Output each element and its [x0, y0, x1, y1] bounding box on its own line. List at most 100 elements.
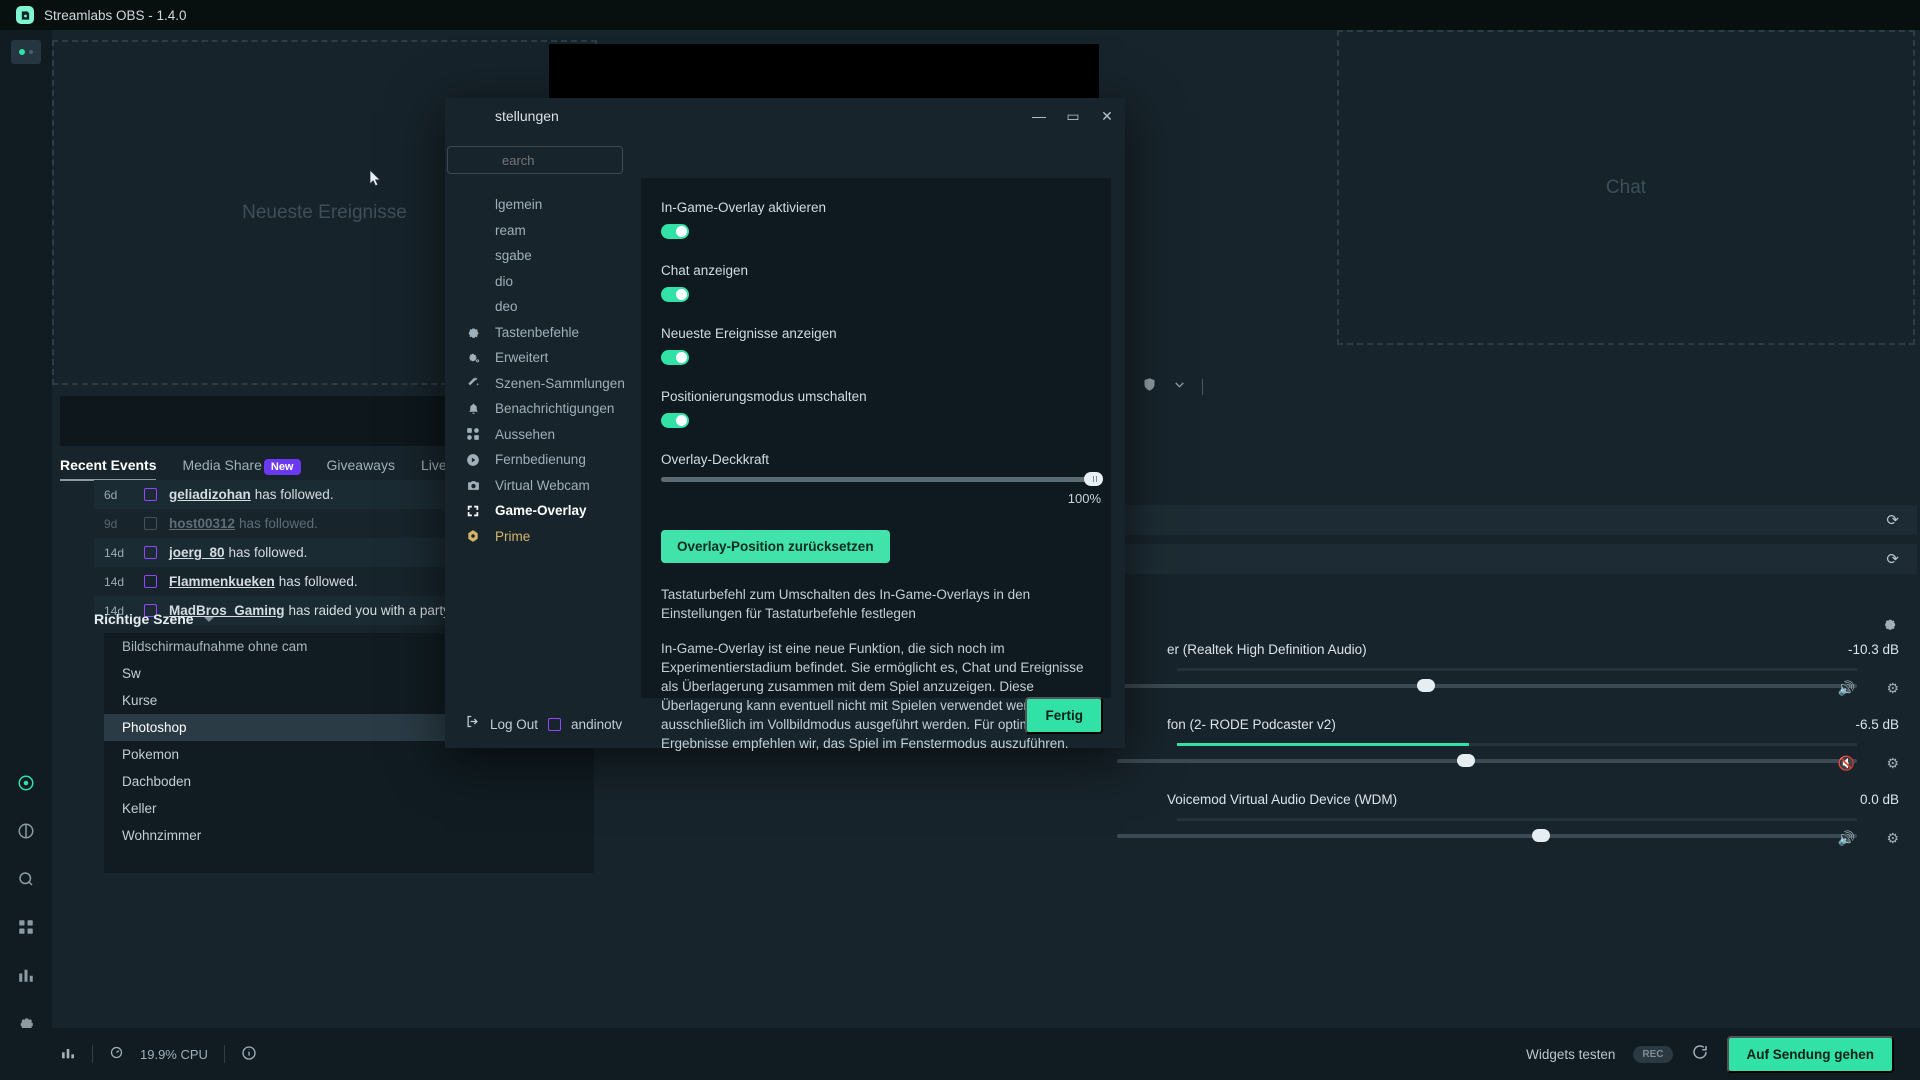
- settings-nav-label: Erweitert: [495, 350, 549, 366]
- close-icon[interactable]: ✕: [1099, 108, 1115, 125]
- mixer-settings-icon[interactable]: ⚙: [1886, 755, 1899, 772]
- chat-placeholder-label: Chat: [1605, 176, 1647, 198]
- hotkey-description: Tastaturbefehl zum Umschalten des In-Gam…: [661, 587, 1031, 621]
- setting-show-chat: Chat anzeigen: [661, 263, 1091, 302]
- event-row[interactable]: 14d Flammenkueken has followed.: [94, 567, 499, 596]
- minimize-icon[interactable]: —: [1031, 108, 1047, 124]
- settings-nav-item-erweitert[interactable]: Erweitert: [445, 345, 641, 371]
- settings-nav-item-ream[interactable]: ream: [445, 218, 641, 244]
- setting-label: In-Game-Overlay aktivieren: [661, 200, 827, 215]
- status-left-group: 19.9% CPU: [0, 1045, 257, 1064]
- settings-nav-item-deo[interactable]: deo: [445, 294, 641, 320]
- event-username[interactable]: geliadizohan: [169, 487, 251, 502]
- grid-icon: [465, 427, 481, 441]
- opacity-slider-handle[interactable]: [1084, 472, 1103, 486]
- info-icon[interactable]: [241, 1045, 257, 1064]
- settings-content-pane: In-Game-Overlay aktivieren Chat anzeigen…: [641, 134, 1125, 751]
- done-button[interactable]: Fertig: [1025, 697, 1103, 734]
- mixer-volume-handle[interactable]: [1457, 754, 1475, 767]
- chevron-down-icon[interactable]: [203, 616, 214, 622]
- dashboard-chart-icon[interactable]: [13, 962, 39, 988]
- preview-black-strip: [549, 44, 1099, 102]
- setting-position-mode: Positionierungsmodus umschalten: [661, 389, 1091, 428]
- shield-icon[interactable]: [1142, 377, 1157, 397]
- mixer-volume-handle[interactable]: [1532, 829, 1550, 842]
- source-row[interactable]: ⟳: [1107, 544, 1917, 574]
- events-tab-label: Giveaways: [326, 457, 395, 473]
- mixer-volume-slider[interactable]: [1117, 754, 1857, 767]
- mixer-volume-handle[interactable]: [1417, 679, 1435, 692]
- replay-buffer-icon[interactable]: [1691, 1043, 1709, 1066]
- scene-list-item[interactable]: Wohnzimmer: [104, 822, 594, 849]
- scene-list-item[interactable]: Dachboden: [104, 768, 594, 795]
- scene-selector-header[interactable]: Richtige Szene: [94, 611, 214, 627]
- settings-dialog: stellungen — ▭ ✕ lgemein ream sgabe dio deo T…: [445, 98, 1125, 751]
- chevron-down-small-icon[interactable]: [1173, 378, 1186, 396]
- mixer-settings-gear-icon[interactable]: [1882, 616, 1897, 635]
- toggle-position-mode[interactable]: [661, 413, 689, 428]
- event-row[interactable]: 14d joerg_80 has followed.: [94, 538, 499, 567]
- events-placeholder-label: Neueste Ereignisse: [242, 201, 407, 223]
- settings-nav-item-fernbedienung[interactable]: Fernbedienung: [445, 447, 641, 473]
- refresh-icon[interactable]: ⟳: [1886, 511, 1899, 529]
- settings-nav-item-benachrichtigungen[interactable]: Benachrichtigungen: [445, 396, 641, 422]
- mixer-settings-icon[interactable]: ⚙: [1886, 680, 1899, 697]
- logout-icon[interactable]: [465, 714, 480, 734]
- events-tab-giveaways[interactable]: Giveaways: [327, 457, 395, 481]
- speaker-icon[interactable]: 🔊: [1838, 830, 1855, 847]
- twitch-icon: [548, 717, 562, 731]
- events-tab-recent-events[interactable]: Recent Events: [60, 457, 157, 481]
- mute-icon[interactable]: 🔇: [1838, 755, 1855, 772]
- toggle-show-events[interactable]: [661, 350, 689, 365]
- performance-chart-icon[interactable]: [60, 1045, 76, 1064]
- alertbox-icon[interactable]: [13, 866, 39, 892]
- events-tab-media-share[interactable]: Media Share New: [182, 457, 301, 481]
- settings-nav-item-szenen-sammlungen[interactable]: Szenen-Sammlungen: [445, 371, 641, 397]
- left-nav-rail: [0, 30, 52, 1080]
- event-username[interactable]: host00312: [169, 516, 235, 531]
- maximize-icon[interactable]: ▭: [1065, 108, 1081, 125]
- settings-nav-item-aussehen[interactable]: Aussehen: [445, 422, 641, 448]
- apps-grid-icon[interactable]: [13, 914, 39, 940]
- mixer-level-meter: [1177, 668, 1857, 671]
- settings-nav-label: Prime: [495, 528, 531, 544]
- settings-nav-item-tastenbefehle[interactable]: Tastenbefehle: [445, 320, 641, 346]
- mixer-settings-icon[interactable]: ⚙: [1886, 830, 1899, 847]
- settings-nav-item-lgemein[interactable]: lgemein: [445, 192, 641, 218]
- event-username[interactable]: joerg_80: [169, 545, 225, 560]
- settings-nav-item-virtual-webcam[interactable]: Virtual Webcam: [445, 473, 641, 499]
- opacity-slider[interactable]: [661, 472, 1103, 486]
- themes-icon[interactable]: [13, 818, 39, 844]
- gear-icon: [465, 325, 481, 339]
- source-row[interactable]: ⟳: [1107, 505, 1917, 535]
- settings-nav-item-prime[interactable]: Prime: [445, 524, 641, 550]
- speaker-icon[interactable]: 🔊: [1838, 680, 1855, 697]
- twitch-icon: [144, 575, 157, 588]
- app-title: Streamlabs OBS - 1.4.0: [44, 7, 187, 23]
- toggle-enable-overlay[interactable]: [661, 224, 689, 239]
- refresh-icon[interactable]: ⟳: [1886, 550, 1899, 568]
- settings-nav-item-game-overlay[interactable]: Game-Overlay: [445, 498, 641, 524]
- logout-label[interactable]: Log Out: [490, 717, 538, 732]
- scene-list-item[interactable]: Keller: [104, 795, 594, 822]
- mixer-volume-slider[interactable]: [1117, 679, 1857, 692]
- mixer-volume-slider[interactable]: [1117, 829, 1857, 842]
- editor-icon[interactable]: [13, 770, 39, 796]
- event-row[interactable]: 9d host00312 has followed.: [94, 509, 499, 538]
- search-input[interactable]: [447, 146, 623, 174]
- settings-nav-label: Benachrichtigungen: [495, 401, 615, 417]
- rec-status-badge: REC: [1633, 1045, 1673, 1063]
- mixer-channel-db: -6.5 dB: [1855, 717, 1899, 732]
- settings-nav-label: Tastenbefehle: [495, 324, 580, 340]
- reset-overlay-position-button[interactable]: Overlay-Position zurücksetzen: [661, 530, 890, 563]
- event-row[interactable]: 6d geliadizohan has followed.: [94, 480, 499, 509]
- settings-dialog-title: stellungen: [495, 108, 559, 124]
- settings-nav-label: Szenen-Sammlungen: [495, 375, 625, 391]
- settings-nav-item-dio[interactable]: dio: [445, 269, 641, 295]
- settings-nav-item-sgabe[interactable]: sgabe: [445, 243, 641, 269]
- events-tab-label: Recent Events: [60, 457, 157, 473]
- toggle-show-chat[interactable]: [661, 287, 689, 302]
- event-username[interactable]: Flammenkueken: [169, 574, 275, 589]
- widgets-test-link[interactable]: Widgets testen: [1526, 1047, 1615, 1062]
- go-live-button[interactable]: Auf Sendung gehen: [1726, 1035, 1894, 1073]
